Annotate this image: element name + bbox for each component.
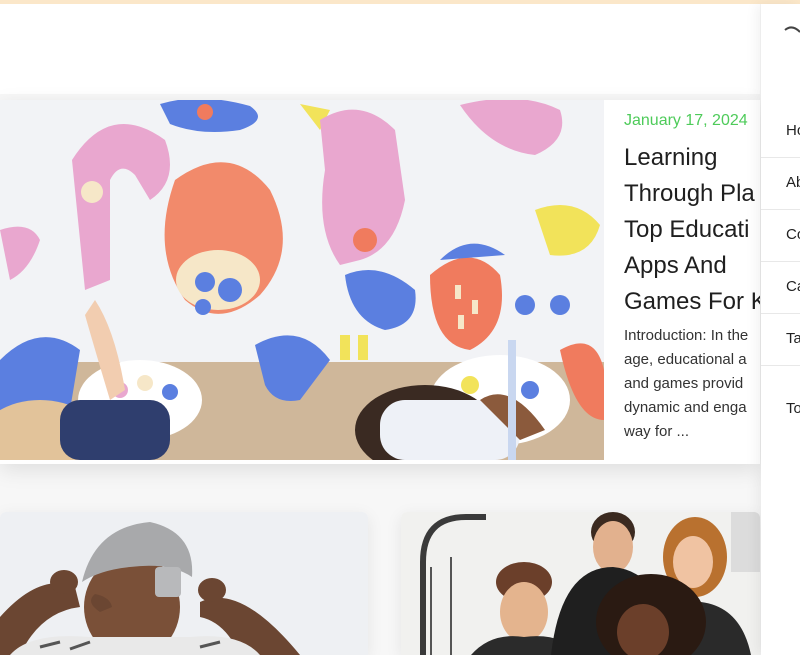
boy-flexing-image [0,512,368,655]
menu-item-about[interactable]: Ab [761,158,800,210]
post-date[interactable]: January 17, 2024 [624,112,748,130]
menu-item-label[interactable]: Ho [786,122,800,139]
post-card[interactable] [0,512,368,655]
excerpt-line: Introduction: In the [624,327,749,344]
menu-item-tags[interactable]: Ta [761,314,800,366]
post-excerpt: Introduction: In the age, educational a … [624,324,760,444]
featured-post-image[interactable] [0,100,604,460]
menu-item-label[interactable]: To [786,400,800,417]
header-area [0,4,760,94]
menu-item-label[interactable]: Ta [786,330,800,347]
menu-item-label[interactable]: Ab [786,174,800,191]
featured-post-text: January 17, 2024 Learning Through Pla To… [624,100,760,460]
post-title-line[interactable]: Top Educati [624,212,760,248]
post-title-line[interactable]: Apps And [624,248,760,284]
kids-crafting-illustration [0,100,604,460]
post-title-line[interactable]: Through Pla [624,176,760,212]
menu-item-top[interactable]: To [761,384,800,436]
group-students-image [401,512,760,655]
excerpt-line: dynamic and enga [624,399,747,416]
featured-post-card[interactable]: January 17, 2024 Learning Through Pla To… [0,100,760,464]
excerpt-line: way for ... [624,423,690,440]
menu-item-label[interactable]: Ca [786,278,800,295]
post-title-line[interactable]: Learning [624,140,760,176]
excerpt-line: and games provid [624,375,744,392]
post-card[interactable] [401,512,760,655]
logo-icon[interactable] [783,22,800,36]
post-title-link[interactable]: Learning Through Pla Top Educati Apps An… [624,140,760,320]
post-title-line[interactable]: Games For K [624,284,760,320]
menu-item-contact[interactable]: Co [761,210,800,262]
menu-item-categories[interactable]: Ca [761,262,800,314]
excerpt-line: age, educational a [624,351,747,368]
sidebar-menu: Ho Ab Co Ca Ta To [761,4,800,655]
menu-item-label[interactable]: Co [786,226,800,243]
menu-item-home[interactable]: Ho [761,106,800,158]
